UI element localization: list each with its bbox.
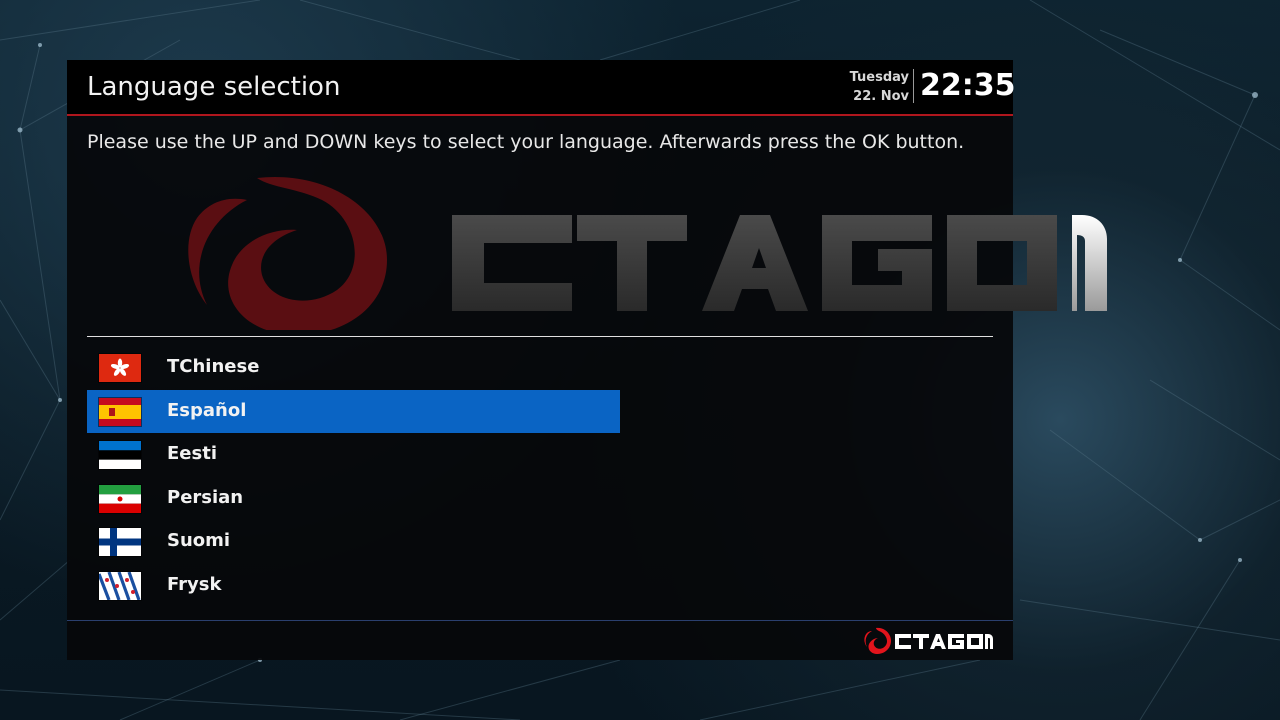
list-divider — [87, 336, 993, 337]
tv-screen: Language selection Tuesday 22. Nov 22:35… — [0, 0, 1280, 720]
octagon-footer-logo — [864, 627, 993, 654]
header-accent-line — [67, 114, 1013, 116]
estonia-flag-icon — [99, 441, 141, 469]
language-label: Español — [167, 399, 247, 421]
language-selection-dialog: Language selection Tuesday 22. Nov 22:35… — [67, 60, 1107, 660]
hongkong-flag-icon — [99, 354, 141, 382]
language-label: Suomi — [167, 530, 231, 551]
language-item-tchinese[interactable]: TChinese — [87, 346, 620, 390]
footer-accent-line — [67, 620, 1013, 621]
iran-flag-icon — [99, 484, 141, 513]
language-label: Frysk — [167, 573, 222, 595]
language-label: Eesti — [167, 443, 217, 464]
language-item-suomi[interactable]: Suomi — [87, 520, 620, 564]
language-item-frysk[interactable]: Frysk — [87, 564, 620, 608]
spain-flag-icon — [99, 397, 141, 426]
language-item-espanol[interactable]: Español — [87, 389, 620, 433]
language-item-eesti[interactable]: Eesti — [87, 433, 620, 477]
dialog-header: Language selection Tuesday 22. Nov 22:35 — [67, 60, 1016, 114]
friesland-flag-icon — [99, 571, 141, 600]
clock: 22:35 — [920, 68, 1016, 103]
clock-separator — [913, 69, 914, 103]
octagon-logo-watermark — [188, 177, 1107, 330]
language-list[interactable]: TChinese Español Eesti Persian Suomi Fry… — [87, 346, 620, 607]
finland-flag-icon — [99, 528, 141, 556]
language-item-persian[interactable]: Persian — [87, 477, 620, 521]
page-title: Language selection — [87, 72, 341, 102]
language-label: TChinese — [167, 356, 260, 377]
language-label: Persian — [167, 486, 244, 508]
date-label: 22. Nov — [853, 89, 909, 104]
weekday-label: Tuesday — [849, 70, 909, 85]
date-display: Tuesday 22. Nov — [850, 68, 909, 106]
instruction-text: Please use the UP and DOWN keys to selec… — [87, 131, 965, 153]
